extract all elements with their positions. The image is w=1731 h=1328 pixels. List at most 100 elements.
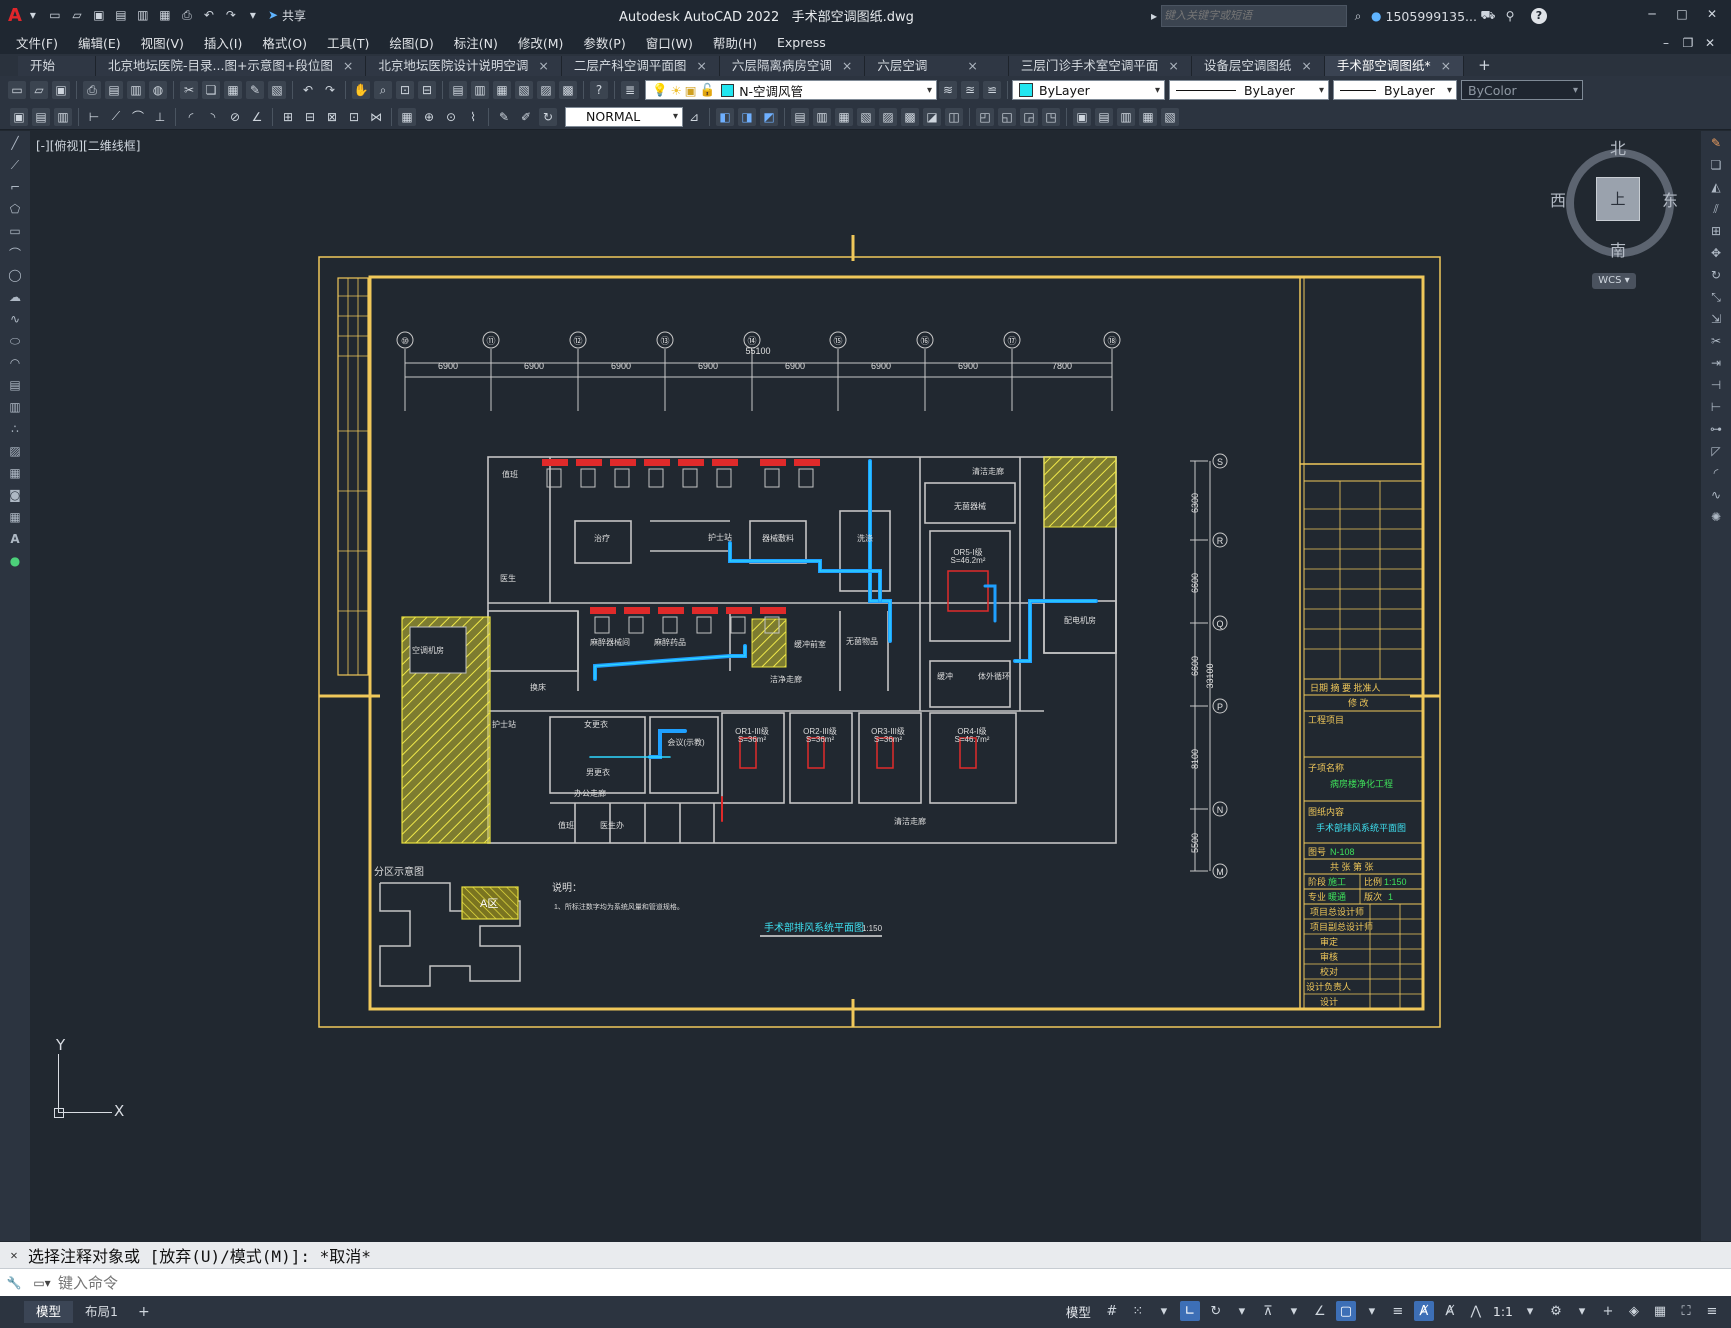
stretch-icon[interactable]: ⇲ <box>1707 310 1725 328</box>
break-icon[interactable]: ⋈ <box>367 108 385 126</box>
blend-icon[interactable]: ∿ <box>1707 486 1725 504</box>
cut-icon[interactable]: ✂ <box>180 81 198 99</box>
tab-file[interactable]: 三层门诊手术室空调平面 × <box>1008 56 1192 76</box>
draworder-icon[interactable]: ◩ <box>760 107 778 126</box>
new-tab-button[interactable]: + <box>1478 56 1491 74</box>
cart-icon[interactable]: ⛟ <box>1479 7 1497 25</box>
add-icon[interactable]: + <box>1598 1301 1618 1321</box>
annotation-scale-icon[interactable]: ⋀ <box>1466 1301 1486 1321</box>
tab-close-icon[interactable]: × <box>343 58 353 73</box>
polygon-icon[interactable]: ⬠ <box>6 200 24 218</box>
tab-file[interactable]: 北京地坛医院-目录...图+示意图+段位图 × <box>96 56 367 76</box>
toolbar-icon[interactable]: ▤ <box>32 107 50 126</box>
modify-icon[interactable]: ▦ <box>835 107 853 126</box>
bring-front-icon[interactable]: ◧ <box>716 107 734 126</box>
tab-file[interactable]: 六层空调 × <box>865 56 1009 76</box>
tab-file[interactable]: 设备层空调图纸 × <box>1191 56 1325 76</box>
new-icon[interactable]: ▭ <box>46 6 64 24</box>
layer-dropdown[interactable]: 💡 ☀ ▣ 🔓 N-空调风管 ▾ <box>645 80 937 100</box>
zoom-previous-icon[interactable]: ⊟ <box>418 81 436 99</box>
hatch-icon[interactable]: ▨ <box>6 442 24 460</box>
pan-icon[interactable]: ✋ <box>352 81 370 99</box>
array-icon[interactable]: ⊞ <box>1707 222 1725 240</box>
radius-icon[interactable]: ◜ <box>182 108 200 126</box>
rotate-icon[interactable]: ↻ <box>1707 266 1725 284</box>
menu-modify[interactable]: 修改(M) <box>508 33 574 52</box>
erase-icon[interactable]: ✎ <box>1707 134 1725 152</box>
open-icon[interactable]: ▱ <box>30 81 48 99</box>
modify-icon[interactable]: ◱ <box>998 107 1016 126</box>
snap-icon[interactable]: ⁙ <box>1128 1301 1148 1321</box>
space-icon[interactable]: ⊡ <box>345 108 363 126</box>
lineweight-dropdown[interactable]: ByLayer ▾ <box>1333 80 1457 100</box>
layer-properties-icon[interactable]: ≣ <box>621 81 639 99</box>
chevron-down-icon[interactable]: ▾ <box>1154 1301 1174 1321</box>
block-editor-icon[interactable]: ▧ <box>268 81 286 99</box>
close-icon[interactable]: ✕ <box>1703 5 1721 23</box>
fillet-icon[interactable]: ◜ <box>1707 464 1725 482</box>
move-icon[interactable]: ✥ <box>1707 244 1725 262</box>
save-icon[interactable]: ▣ <box>90 6 108 24</box>
ellipse-arc-icon[interactable]: ◠ <box>6 354 24 372</box>
modify-icon[interactable]: ▥ <box>813 107 831 126</box>
inspect-icon[interactable]: ⊙ <box>442 108 460 126</box>
maximize-icon[interactable]: □ <box>1673 5 1691 23</box>
rectangle-icon[interactable]: ▭ <box>6 222 24 240</box>
modify-icon[interactable]: ◲ <box>1020 107 1038 126</box>
doc-minimize-icon[interactable]: – <box>1657 34 1675 52</box>
tab-layout1[interactable]: 布局1 <box>73 1301 130 1323</box>
ellipse-icon[interactable]: ⬭ <box>6 332 24 350</box>
tool-palettes-icon[interactable]: ▦ <box>493 81 511 99</box>
layer-state-icon[interactable]: ≌ <box>983 81 1001 99</box>
make-current-icon[interactable]: ≋ <box>939 81 957 99</box>
tab-start[interactable]: 开始 <box>18 56 97 76</box>
doc-restore-icon[interactable]: ❐ <box>1679 34 1697 52</box>
dimstyle-icon[interactable]: ⊿ <box>685 108 703 126</box>
calculator-icon[interactable]: ▩ <box>559 81 577 99</box>
qnew-icon[interactable]: ▭ <box>8 81 26 99</box>
sheet-set-icon[interactable]: ▧ <box>515 81 533 99</box>
diameter-icon[interactable]: ⊘ <box>226 108 244 126</box>
redo-icon[interactable]: ↷ <box>222 6 240 24</box>
menu-view[interactable]: 视图(V) <box>131 33 194 52</box>
matchprop-icon[interactable]: ✎ <box>246 81 264 99</box>
app-menu-chevron-icon[interactable]: ▾ <box>24 6 42 24</box>
tab-close-icon[interactable]: × <box>1441 58 1451 73</box>
command-close-icon[interactable]: ✕ <box>0 1248 28 1262</box>
isodraft-icon[interactable]: ⊼ <box>1258 1301 1278 1321</box>
trim-icon[interactable]: ✂ <box>1707 332 1725 350</box>
modify-icon[interactable]: ▨ <box>879 107 897 126</box>
menu-dimension[interactable]: 标注(N) <box>444 33 508 52</box>
qat-dropdown-icon[interactable]: ▾ <box>244 6 262 24</box>
modify-icon[interactable]: ▣ <box>1073 107 1091 126</box>
tab-file[interactable]: 二层产科空调平面图 × <box>561 56 720 76</box>
search-icon[interactable]: ⌕ <box>1349 7 1367 25</box>
mtext-icon[interactable]: A <box>6 530 24 548</box>
table-icon[interactable]: ▦ <box>6 508 24 526</box>
explode-icon[interactable]: ✺ <box>1707 508 1725 526</box>
revcloud-icon[interactable]: ☁ <box>6 288 24 306</box>
otrack-icon[interactable]: ∠ <box>1310 1301 1330 1321</box>
plotstyle-dropdown[interactable]: ByColor ▾ <box>1461 80 1583 100</box>
center-mark-icon[interactable]: ⊕ <box>420 108 438 126</box>
linetype-dropdown[interactable]: ByLayer ▾ <box>1169 80 1329 100</box>
join-icon[interactable]: ⊶ <box>1707 420 1725 438</box>
spline-icon[interactable]: ∿ <box>6 310 24 328</box>
open-icon[interactable]: ▱ <box>68 6 86 24</box>
open-web-icon[interactable]: ▥ <box>134 6 152 24</box>
construction-line-icon[interactable]: ⟋ <box>6 156 24 174</box>
modify-icon[interactable]: ▤ <box>1095 107 1113 126</box>
zoom-realtime-icon[interactable]: ⌕ <box>374 81 392 99</box>
polar-icon[interactable]: ↻ <box>1206 1301 1226 1321</box>
quick-dim-icon[interactable]: ⊞ <box>279 108 297 126</box>
chevron-down-icon[interactable]: ▾ <box>1284 1301 1304 1321</box>
menu-help[interactable]: 帮助(H) <box>703 33 767 52</box>
chevron-down-icon[interactable]: ▾ <box>1520 1301 1540 1321</box>
region-icon[interactable]: ◙ <box>6 486 24 504</box>
circle-icon[interactable]: ◯ <box>6 266 24 284</box>
performance-icon[interactable]: ▦ <box>1650 1301 1670 1321</box>
toolbar-icon[interactable]: ▣ <box>10 107 28 126</box>
tab-file-active[interactable]: 手术部空调图纸* × <box>1324 56 1465 76</box>
insert-block-icon[interactable]: ▤ <box>6 376 24 394</box>
jogged-icon[interactable]: ◝ <box>204 108 222 126</box>
